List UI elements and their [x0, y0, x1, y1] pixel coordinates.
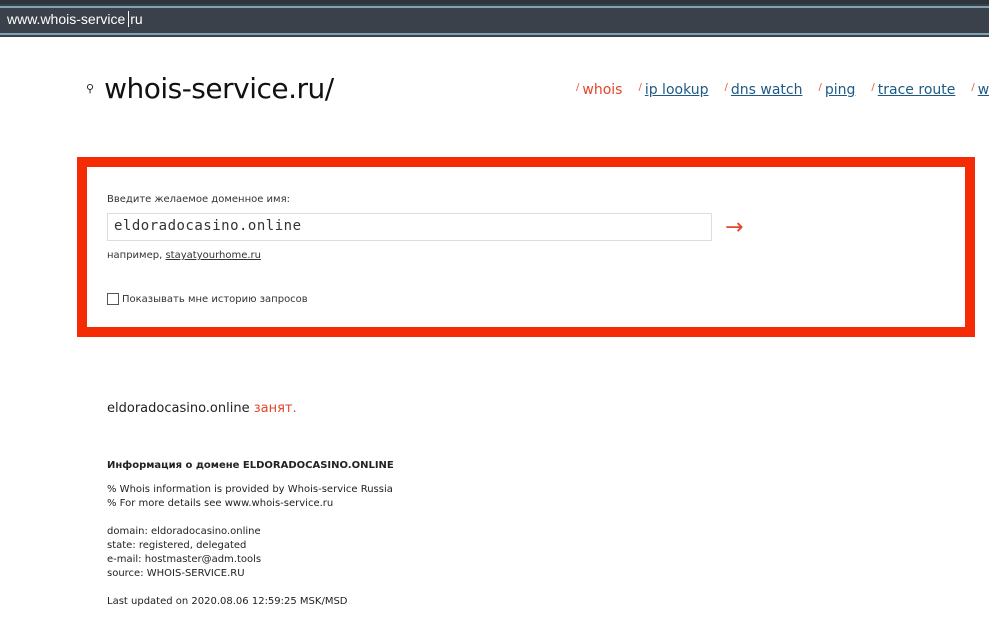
- url-text[interactable]: www.whois-service ru: [7, 11, 143, 27]
- nav-ip-lookup[interactable]: / ip lookup: [638, 82, 708, 98]
- slash-icon: /: [818, 82, 822, 93]
- nav-dns-watch[interactable]: / dns watch: [725, 82, 803, 98]
- last-updated: Last updated on 2020.08.06 12:59:25 MSK/…: [107, 596, 348, 607]
- site-logo[interactable]: ⚲ whois-service.ru/: [86, 72, 334, 105]
- nav-label: ping: [824, 82, 856, 98]
- nav-label: ip lookup: [644, 82, 709, 98]
- info-note: % Whois information is provided by Whois…: [107, 484, 393, 495]
- slash-icon: /: [871, 82, 875, 93]
- result-line: eldoradocasino.online занят.: [107, 401, 297, 416]
- search-icon: ⚲: [86, 82, 95, 95]
- whois-info: Информация о домене ELDORADOCASINO.ONLIN…: [107, 459, 394, 609]
- history-checkbox-row[interactable]: Показывать мне историю запросов: [107, 293, 308, 305]
- slash-icon: /: [724, 82, 728, 93]
- info-field: domain: eldoradocasino.online: [107, 526, 261, 537]
- domain-label: Введите желаемое доменное имя:: [107, 194, 290, 205]
- result-status: занят.: [253, 401, 297, 416]
- divider: [0, 33, 989, 35]
- submit-arrow-button[interactable]: →: [725, 215, 743, 240]
- example-link[interactable]: stayatyourhome.ru: [165, 250, 261, 261]
- nav-label: trace route: [877, 82, 956, 98]
- nav-whois[interactable]: / whois: [576, 82, 622, 98]
- slash-icon: /: [638, 82, 642, 93]
- history-checkbox[interactable]: [107, 293, 119, 305]
- result-domain: eldoradocasino.online: [107, 401, 250, 416]
- nav-label: wh: [977, 82, 989, 98]
- divider: [0, 6, 989, 8]
- info-field: e-mail: hostmaster@adm.tools: [107, 554, 262, 565]
- slash-icon: /: [576, 82, 580, 93]
- url-part: ru: [130, 11, 143, 27]
- info-note: % For more details see www.whois-service…: [107, 498, 334, 509]
- example-text: например, stayatyourhome.ru: [107, 250, 261, 261]
- nav-more[interactable]: /wh: [971, 82, 989, 98]
- nav-label: whois: [582, 82, 623, 98]
- url-part: www.whois-service: [7, 11, 126, 27]
- example-prefix: например,: [107, 250, 163, 261]
- domain-input[interactable]: eldoradocasino.online: [107, 213, 712, 241]
- nav-label: dns watch: [730, 82, 803, 98]
- nav-ping[interactable]: / ping: [818, 82, 855, 98]
- info-field: state: registered, delegated: [107, 540, 247, 551]
- slash-icon: /: [971, 82, 975, 93]
- search-form: Введите желаемое доменное имя: eldoradoc…: [77, 157, 975, 337]
- main-nav: / whois / ip lookup / dns watch / ping / trac…: [576, 82, 989, 98]
- info-heading: Информация о домене ELDORADOCASINO.ONLIN…: [107, 460, 394, 471]
- address-bar[interactable]: www.whois-service ru: [0, 0, 989, 37]
- logo-text: whois-service.ru/: [104, 72, 334, 105]
- checkbox-label: Показывать мне историю запросов: [122, 293, 308, 305]
- info-field: source: WHOIS-SERVICE.RU: [107, 568, 245, 579]
- nav-trace-route[interactable]: / trace route: [871, 82, 955, 98]
